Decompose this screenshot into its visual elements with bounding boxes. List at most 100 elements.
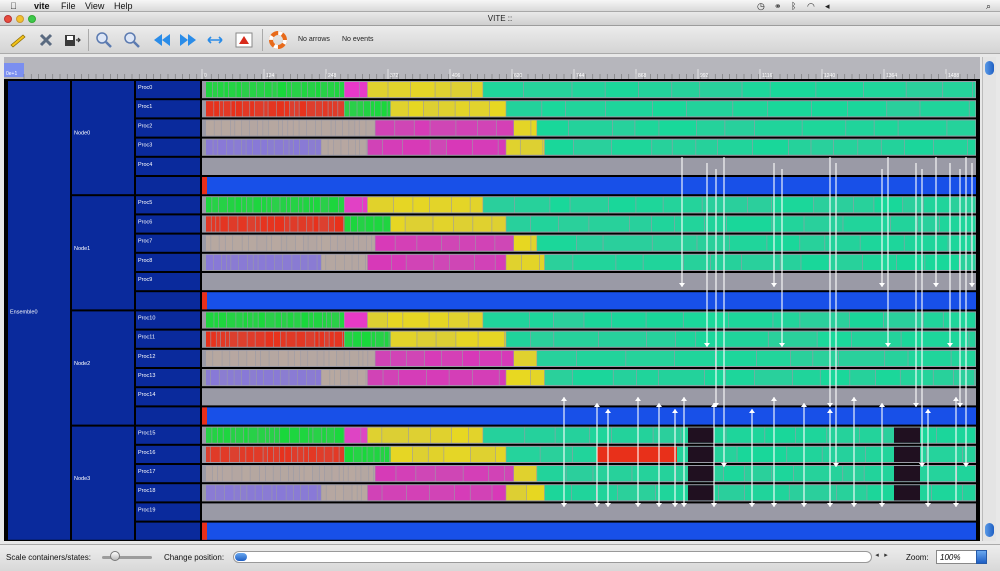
state-block xyxy=(247,331,255,347)
state-block xyxy=(220,216,228,232)
state-block xyxy=(217,466,222,482)
state-block xyxy=(675,331,696,347)
zoom-out-button[interactable] xyxy=(122,30,142,50)
state-block xyxy=(309,197,314,213)
state-block xyxy=(800,312,850,328)
state-block xyxy=(306,370,316,386)
state-block xyxy=(223,427,231,443)
state-block xyxy=(343,216,345,232)
state-block xyxy=(894,446,920,462)
binoculars-icon[interactable]: ⚭ xyxy=(774,1,782,12)
state-block xyxy=(651,216,675,232)
scroll-left-button[interactable] xyxy=(152,30,172,50)
ruler-tick-label: 496 xyxy=(452,73,461,79)
volume-icon[interactable]: ◂ xyxy=(825,1,830,12)
state-block xyxy=(264,101,268,117)
state-block xyxy=(308,82,316,98)
apple-menu-icon[interactable]:  xyxy=(10,1,17,11)
state-block xyxy=(635,120,659,136)
vertical-scroll-thumb-end[interactable] xyxy=(985,523,994,537)
state-block xyxy=(231,427,236,443)
state-block xyxy=(451,197,470,213)
state-block xyxy=(505,331,506,347)
state-block xyxy=(715,350,757,366)
state-block xyxy=(249,82,257,98)
state-block xyxy=(470,485,492,501)
state-block xyxy=(525,427,555,443)
state-block xyxy=(506,446,540,462)
state-block xyxy=(393,197,413,213)
save-export-icon xyxy=(65,35,81,46)
vertical-scrollbar[interactable] xyxy=(982,57,996,541)
export-button[interactable] xyxy=(62,30,82,50)
state-block xyxy=(374,446,380,462)
state-block xyxy=(308,485,317,501)
zoom-dropdown-chevron-icon[interactable] xyxy=(976,550,987,564)
vertical-scroll-thumb[interactable] xyxy=(985,61,994,75)
menu-help[interactable]: Help xyxy=(114,1,133,11)
state-block xyxy=(225,331,230,347)
container-proc-label: Proc6 xyxy=(138,219,152,225)
state-block xyxy=(894,427,920,443)
wifi-icon[interactable]: ◠ xyxy=(807,1,815,12)
state-block xyxy=(235,101,242,117)
close-file-button[interactable] xyxy=(36,30,56,50)
state-block xyxy=(742,82,770,98)
no-events-label: No events xyxy=(342,36,374,43)
state-block xyxy=(258,254,266,270)
position-scroll-thumb[interactable] xyxy=(235,553,247,561)
state-block xyxy=(506,331,531,347)
menu-view[interactable]: View xyxy=(85,1,104,11)
state-block xyxy=(236,312,243,328)
state-block xyxy=(261,139,268,155)
state-block xyxy=(555,427,590,443)
clock-icon[interactable]: ◷ xyxy=(757,1,765,12)
state-block xyxy=(901,331,922,347)
state-block xyxy=(289,139,294,155)
state-block xyxy=(324,331,329,347)
state-block xyxy=(306,120,316,136)
open-file-button[interactable] xyxy=(8,30,28,50)
menu-file[interactable]: File xyxy=(61,1,76,11)
help-button[interactable] xyxy=(268,30,288,50)
state-block xyxy=(544,370,572,386)
spotlight-icon[interactable]: ⌕ xyxy=(986,1,991,12)
state-block xyxy=(212,197,219,213)
zoom-in-button[interactable] xyxy=(94,30,114,50)
state-block xyxy=(324,466,332,482)
state-block xyxy=(449,370,472,386)
state-block xyxy=(543,139,545,155)
state-block xyxy=(358,254,366,270)
scroll-left-arrow-icon[interactable]: ◂ xyxy=(873,551,881,561)
menu-app-name[interactable]: vite xyxy=(34,1,50,11)
position-scrollbar[interactable] xyxy=(233,551,872,563)
state-block xyxy=(495,235,514,251)
state-block xyxy=(290,216,298,232)
bluetooth-icon[interactable]: ᛒ xyxy=(791,1,796,11)
state-block xyxy=(412,446,428,462)
arrows-toggle-button[interactable] xyxy=(234,30,254,50)
state-block xyxy=(224,82,229,98)
state-block xyxy=(652,235,697,251)
state-block xyxy=(643,254,684,270)
container-ensemble-label: Ensemble0 xyxy=(10,309,38,315)
state-block xyxy=(234,485,241,501)
state-block xyxy=(353,446,362,462)
scroll-right-button[interactable] xyxy=(178,30,198,50)
state-block xyxy=(451,82,471,98)
state-block xyxy=(361,466,369,482)
fit-width-button[interactable] xyxy=(205,30,225,50)
scroll-right-arrow-icon[interactable]: ▸ xyxy=(882,551,890,561)
state-block xyxy=(343,466,348,482)
state-block xyxy=(672,139,696,155)
state-block xyxy=(333,139,341,155)
state-block xyxy=(451,427,469,443)
ruler-tick-label: 1488 xyxy=(948,73,959,79)
state-block xyxy=(234,370,242,386)
state-block xyxy=(242,466,250,482)
state-block xyxy=(257,370,264,386)
scale-slider-knob[interactable] xyxy=(110,551,120,561)
trace-canvas[interactable]: 0e+1 0 124 248 372 496 620 744 868 992 1116 1240 13… xyxy=(4,57,980,541)
state-block xyxy=(241,370,250,386)
state-block xyxy=(335,254,344,270)
